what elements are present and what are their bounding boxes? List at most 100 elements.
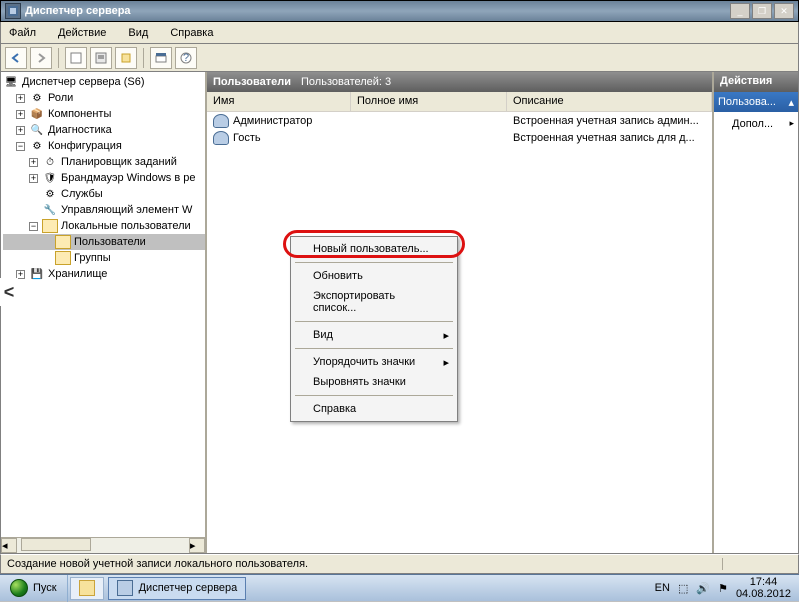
- tree-task-scheduler[interactable]: +⏱Планировщик заданий: [3, 154, 205, 170]
- maximize-button[interactable]: ❐: [752, 3, 772, 19]
- menu-bar: Файл Действие Вид Справка: [0, 22, 799, 44]
- col-fullname[interactable]: Полное имя: [351, 92, 507, 111]
- ctx-new-user[interactable]: Новый пользователь...: [293, 239, 455, 259]
- side-handle[interactable]: <: [0, 278, 18, 306]
- expand-icon[interactable]: +: [29, 158, 38, 167]
- user-icon: [213, 131, 229, 145]
- context-menu: Новый пользователь... Обновить Экспортир…: [290, 236, 458, 422]
- components-icon: 📦: [29, 107, 45, 121]
- actions-header: Действия: [714, 72, 798, 92]
- actions-more[interactable]: Допол...: [714, 112, 798, 136]
- content-pane: Пользователи Пользователей: 3 Имя Полное…: [207, 72, 714, 553]
- help-button[interactable]: ?: [175, 47, 197, 69]
- tree-groups[interactable]: Группы: [3, 250, 205, 266]
- system-tray: EN ⬚ 🔊 ⚑ 17:44 04.08.2012: [647, 576, 799, 600]
- tree-diagnostics[interactable]: +🔍Диагностика: [3, 122, 205, 138]
- user-icon: [213, 114, 229, 128]
- col-name[interactable]: Имя: [207, 92, 351, 111]
- folder-icon: [55, 251, 71, 265]
- forward-button[interactable]: [30, 47, 52, 69]
- collapse-icon[interactable]: −: [29, 222, 38, 231]
- tree-firewall[interactable]: +🛡Брандмауэр Windows в ре: [3, 170, 205, 186]
- storage-icon: 💾: [29, 267, 45, 281]
- actions-section[interactable]: Пользова...▴: [714, 92, 798, 112]
- roles-icon: ⚙: [29, 91, 45, 105]
- collapse-icon[interactable]: ▴: [788, 96, 794, 109]
- grid-title-bar: Пользователи Пользователей: 3: [207, 72, 712, 92]
- grid-title: Пользователи: [213, 76, 291, 88]
- start-orb-icon: [10, 579, 28, 597]
- explorer-icon: [79, 580, 95, 596]
- config-icon: ⚙: [29, 139, 45, 153]
- scroll-left-button[interactable]: ◂: [1, 538, 17, 553]
- expand-icon[interactable]: +: [16, 110, 25, 119]
- ctx-view[interactable]: Вид: [293, 325, 455, 345]
- actions-pane: Действия Пользова...▴ Допол...: [714, 72, 798, 553]
- firewall-icon: 🛡: [42, 171, 58, 185]
- horizontal-scrollbar[interactable]: ◂ ▸: [1, 537, 205, 553]
- tree-users[interactable]: Пользователи: [3, 234, 205, 250]
- svg-text:?: ?: [183, 52, 189, 64]
- tree-components[interactable]: +📦Компоненты: [3, 106, 205, 122]
- ctx-refresh[interactable]: Обновить: [293, 266, 455, 286]
- expand-icon[interactable]: +: [29, 174, 38, 183]
- ctx-align[interactable]: Выровнять значки: [293, 372, 455, 392]
- table-row[interactable]: Администратор Встроенная учетная запись …: [207, 112, 712, 129]
- minimize-button[interactable]: _: [730, 3, 750, 19]
- status-text: Создание новой учетной записи локального…: [7, 558, 722, 570]
- tree-services[interactable]: ⚙Службы: [3, 186, 205, 202]
- language-indicator[interactable]: EN: [655, 582, 670, 594]
- tree-wmi[interactable]: 🔧Управляющий элемент W: [3, 202, 205, 218]
- server-manager-icon: [117, 580, 133, 596]
- menu-action[interactable]: Действие: [54, 25, 110, 41]
- table-row[interactable]: Гость Встроенная учетная запись для д...: [207, 129, 712, 146]
- ctx-export[interactable]: Экспортировать список...: [293, 286, 455, 318]
- ctx-help[interactable]: Справка: [293, 399, 455, 419]
- scheduler-icon: ⏱: [42, 155, 58, 169]
- tray-icon[interactable]: 🔊: [696, 582, 710, 595]
- start-button[interactable]: Пуск: [0, 575, 68, 602]
- action-button[interactable]: [65, 47, 87, 69]
- server-icon: 🖥: [3, 75, 19, 89]
- tree-roles[interactable]: +⚙Роли: [3, 90, 205, 106]
- window-title: Диспетчер сервера: [25, 5, 728, 17]
- window-titlebar: Диспетчер сервера _ ❐ ✕: [0, 0, 799, 22]
- menu-view[interactable]: Вид: [124, 25, 152, 41]
- wmi-icon: 🔧: [42, 203, 58, 217]
- tree-root[interactable]: 🖥Диспетчер сервера (S6): [3, 74, 205, 90]
- tree-local-users[interactable]: −Локальные пользователи: [3, 218, 205, 234]
- collapse-icon[interactable]: −: [16, 142, 25, 151]
- menu-help[interactable]: Справка: [166, 25, 217, 41]
- folder-icon: [55, 235, 71, 249]
- tray-icon[interactable]: ⚑: [718, 582, 728, 595]
- diagnostics-icon: 🔍: [29, 123, 45, 137]
- taskbar-item-explorer[interactable]: [70, 577, 104, 600]
- tree-pane: 🖥Диспетчер сервера (S6) +⚙Роли +📦Компоне…: [1, 72, 207, 553]
- grid-header: Имя Полное имя Описание: [207, 92, 712, 112]
- taskbar-item-server-manager[interactable]: Диспетчер сервера: [108, 577, 247, 600]
- scroll-right-button[interactable]: ▸: [189, 538, 205, 553]
- folder-icon: [42, 219, 58, 233]
- clock[interactable]: 17:44 04.08.2012: [736, 576, 791, 600]
- expand-icon[interactable]: +: [16, 94, 25, 103]
- col-desc[interactable]: Описание: [507, 92, 712, 111]
- menu-file[interactable]: Файл: [5, 25, 40, 41]
- tree-configuration[interactable]: −⚙Конфигурация: [3, 138, 205, 154]
- tray-icon[interactable]: ⬚: [678, 582, 688, 595]
- toolbar: ?: [0, 44, 799, 72]
- close-button[interactable]: ✕: [774, 3, 794, 19]
- tree-storage[interactable]: +💾Хранилище: [3, 266, 205, 282]
- back-button[interactable]: [5, 47, 27, 69]
- taskbar: Пуск Диспетчер сервера EN ⬚ 🔊 ⚑ 17:44 04…: [0, 574, 799, 601]
- refresh-button[interactable]: [150, 47, 172, 69]
- app-icon: [5, 3, 21, 19]
- grid-body[interactable]: Администратор Встроенная учетная запись …: [207, 112, 712, 553]
- expand-icon[interactable]: +: [16, 126, 25, 135]
- status-bar: Создание новой учетной записи локального…: [0, 554, 799, 574]
- ctx-arrange[interactable]: Упорядочить значки: [293, 352, 455, 372]
- grid-subtitle: Пользователей: 3: [301, 76, 391, 88]
- scroll-thumb[interactable]: [21, 538, 91, 551]
- services-icon: ⚙: [42, 187, 58, 201]
- properties-button[interactable]: [90, 47, 112, 69]
- export-button[interactable]: [115, 47, 137, 69]
